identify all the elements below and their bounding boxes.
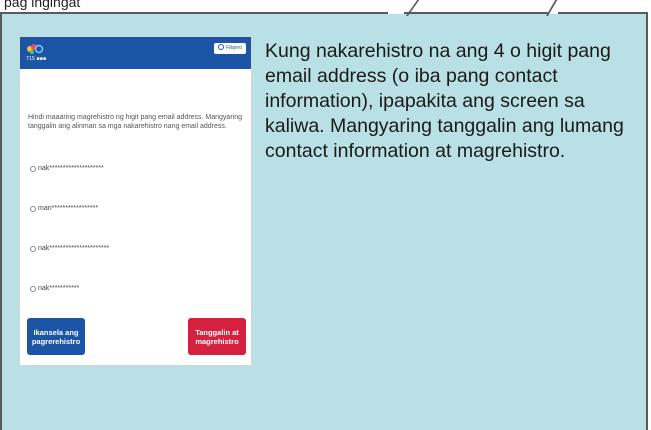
language-button[interactable]: Filipino [214,43,246,54]
delete-and-register-button[interactable]: Tanggalin at magrehistro [188,318,246,355]
app-header: 715 ■■■ Filipino [20,37,251,69]
top-caption: pag ingingat [4,0,81,10]
language-label: Filipino [226,45,242,51]
app-logo: 715 ■■■ [26,43,48,63]
cancel-registration-button[interactable]: Ikansela ang pagrerehistro [27,318,85,355]
phone-screen: 715 ■■■ Filipino Hindi maaaring magrehis… [19,36,252,366]
page: pag ingingat 715 ■■■ Filipino Hindi maaa… [0,0,651,430]
globe-icon [218,44,225,50]
description-text: Kung nakarehistro na ang 4 o higit pang … [265,40,624,162]
logo-text: 715 ■■■ [26,56,47,62]
radio-button[interactable] [30,245,36,252]
radio-button[interactable] [30,165,36,172]
radio-button[interactable] [30,205,36,212]
email-option[interactable]: nak*********** [30,285,79,292]
email-option-label: man***************** [38,205,98,212]
logo-icon [27,44,44,54]
limit-message: Hindi maaaring magrehistro ng higit pang… [28,114,243,130]
email-option-label: nak*********** [38,285,80,292]
email-option[interactable]: nak********************** [30,245,109,252]
email-option-label: nak******************** [38,165,104,172]
radio-button[interactable] [30,285,36,292]
email-option[interactable]: man***************** [30,205,98,212]
email-option[interactable]: nak******************** [30,165,104,172]
email-option-label: nak********************** [38,245,110,252]
